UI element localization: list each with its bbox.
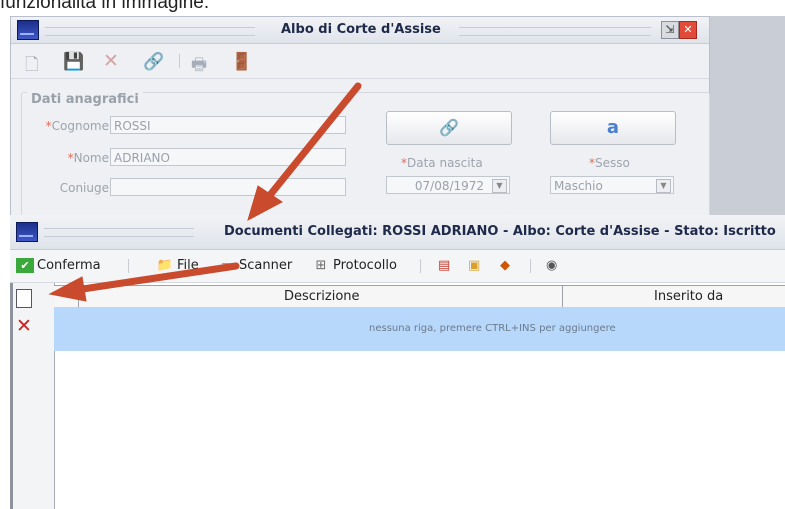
arrow-line	[262, 82, 362, 204]
arrow-head	[48, 276, 87, 302]
annotation-arrows	[48, 82, 362, 302]
arrow-line	[72, 262, 240, 294]
